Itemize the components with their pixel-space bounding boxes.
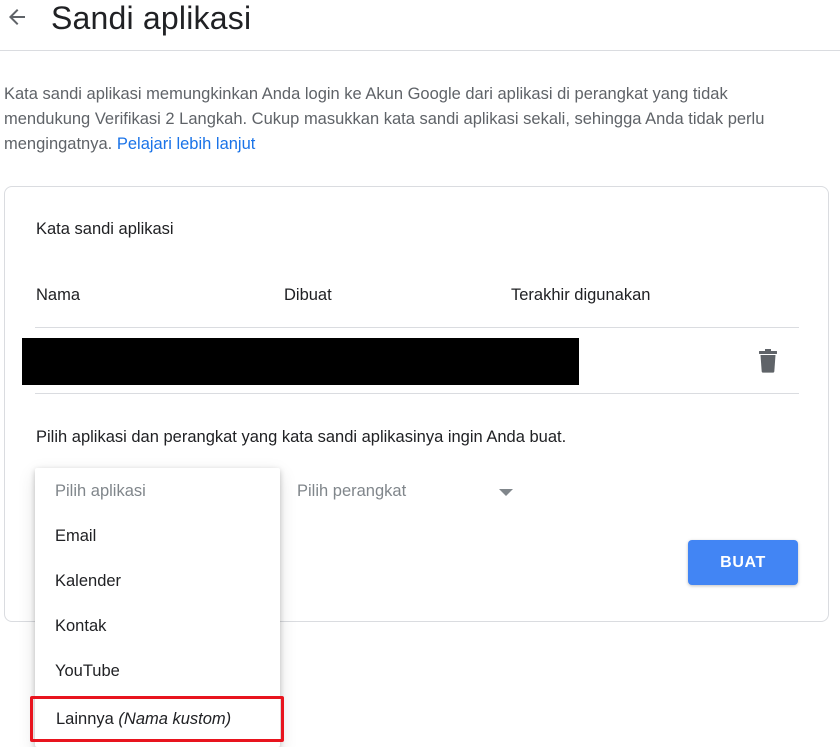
app-option-calendar[interactable]: Kalender bbox=[35, 559, 280, 604]
app-option-email[interactable]: Email bbox=[35, 514, 280, 559]
column-header-created: Dibuat bbox=[284, 286, 332, 304]
column-header-last-used: Terakhir digunakan bbox=[511, 286, 651, 304]
app-option-custom[interactable]: Lainnya (Nama kustom) bbox=[56, 699, 231, 739]
page-header: Sandi aplikasi bbox=[0, 0, 840, 51]
app-option-custom-highlight: Lainnya (Nama kustom) bbox=[30, 696, 284, 742]
trash-icon bbox=[759, 349, 777, 373]
device-select-placeholder: Pilih perangkat bbox=[297, 482, 407, 500]
app-select-placeholder[interactable]: Pilih aplikasi bbox=[35, 469, 280, 514]
column-header-name: Nama bbox=[36, 286, 81, 304]
delete-password-button[interactable] bbox=[757, 349, 779, 373]
learn-more-link[interactable]: Pelajari lebih lanjut bbox=[117, 135, 256, 153]
back-button[interactable] bbox=[2, 2, 32, 32]
card-title: Kata sandi aplikasi bbox=[36, 220, 174, 238]
app-option-youtube[interactable]: YouTube bbox=[35, 649, 280, 694]
device-select[interactable]: Pilih perangkat bbox=[297, 479, 522, 507]
page-title: Sandi aplikasi bbox=[51, 0, 252, 36]
dropdown-caret-icon bbox=[499, 489, 513, 496]
description-text: Kata sandi aplikasi memungkinkan Anda lo… bbox=[4, 82, 804, 157]
custom-option-label: Lainnya bbox=[56, 710, 114, 728]
create-button[interactable]: BUAT bbox=[688, 540, 798, 585]
custom-option-hint: (Nama kustom) bbox=[118, 710, 232, 728]
create-instruction: Pilih aplikasi dan perangkat yang kata s… bbox=[36, 428, 567, 446]
redacted-password-row bbox=[22, 338, 579, 385]
table-divider bbox=[35, 393, 799, 394]
table-divider bbox=[35, 327, 799, 328]
app-option-contacts[interactable]: Kontak bbox=[35, 604, 280, 649]
arrow-back-icon bbox=[9, 9, 25, 25]
